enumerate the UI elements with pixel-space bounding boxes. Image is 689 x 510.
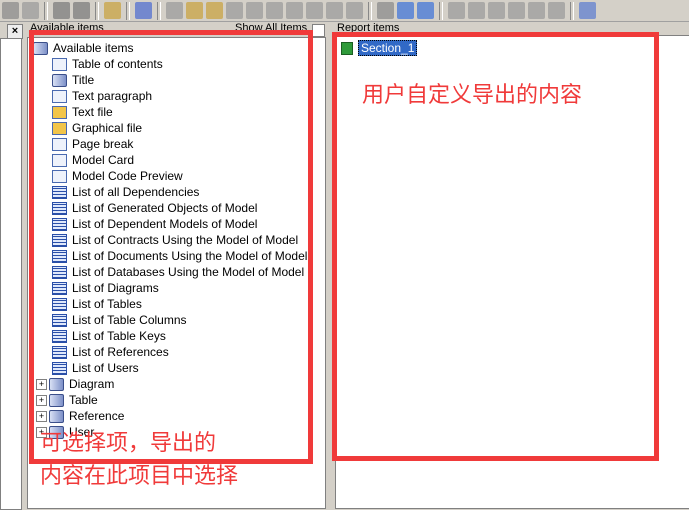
cut-icon[interactable]	[2, 2, 19, 19]
annotation-right: 用户自定义导出的内容	[362, 83, 583, 108]
pen-icon[interactable]	[306, 2, 323, 19]
properties-icon[interactable]	[104, 2, 121, 19]
diagram-icon[interactable]	[206, 2, 223, 19]
annotation-box-left	[29, 30, 313, 464]
text-frame-icon[interactable]	[286, 2, 303, 19]
font-icon[interactable]	[346, 2, 363, 19]
align6-icon[interactable]	[548, 2, 565, 19]
show-all-items-checkbox[interactable]	[312, 24, 325, 37]
format-icon[interactable]	[226, 2, 243, 19]
toolbar-separator	[439, 1, 443, 20]
undo-icon[interactable]	[53, 2, 70, 19]
align5-icon[interactable]	[528, 2, 545, 19]
package-icon[interactable]	[186, 2, 203, 19]
move-right-icon[interactable]	[417, 2, 434, 19]
toolbar	[0, 0, 689, 22]
fill-icon[interactable]	[326, 2, 343, 19]
shape-icon[interactable]	[266, 2, 283, 19]
delete-icon[interactable]	[22, 2, 39, 19]
align2-icon[interactable]	[468, 2, 485, 19]
annotation-left-1: 可选择项，导出的	[40, 431, 217, 456]
toolbar-separator	[157, 1, 161, 20]
align1-icon[interactable]	[448, 2, 465, 19]
preview-icon[interactable]	[579, 2, 596, 19]
help-icon[interactable]	[135, 2, 152, 19]
redo-icon[interactable]	[73, 2, 90, 19]
page-icon[interactable]	[166, 2, 183, 19]
toolbar-separator	[126, 1, 130, 20]
align3-icon[interactable]	[488, 2, 505, 19]
close-panel-button[interactable]: ×	[7, 24, 23, 39]
folder-icon[interactable]	[377, 2, 394, 19]
toolbar-separator	[368, 1, 372, 20]
page2-icon[interactable]	[246, 2, 263, 19]
side-strip	[0, 22, 24, 510]
toolbar-separator	[44, 1, 48, 20]
toolbar-separator	[95, 1, 99, 20]
annotation-left-2: 内容在此项目中选择	[40, 464, 239, 489]
move-left-icon[interactable]	[397, 2, 414, 19]
toolbar-separator	[570, 1, 574, 20]
side-list[interactable]	[0, 38, 22, 510]
align4-icon[interactable]	[508, 2, 525, 19]
